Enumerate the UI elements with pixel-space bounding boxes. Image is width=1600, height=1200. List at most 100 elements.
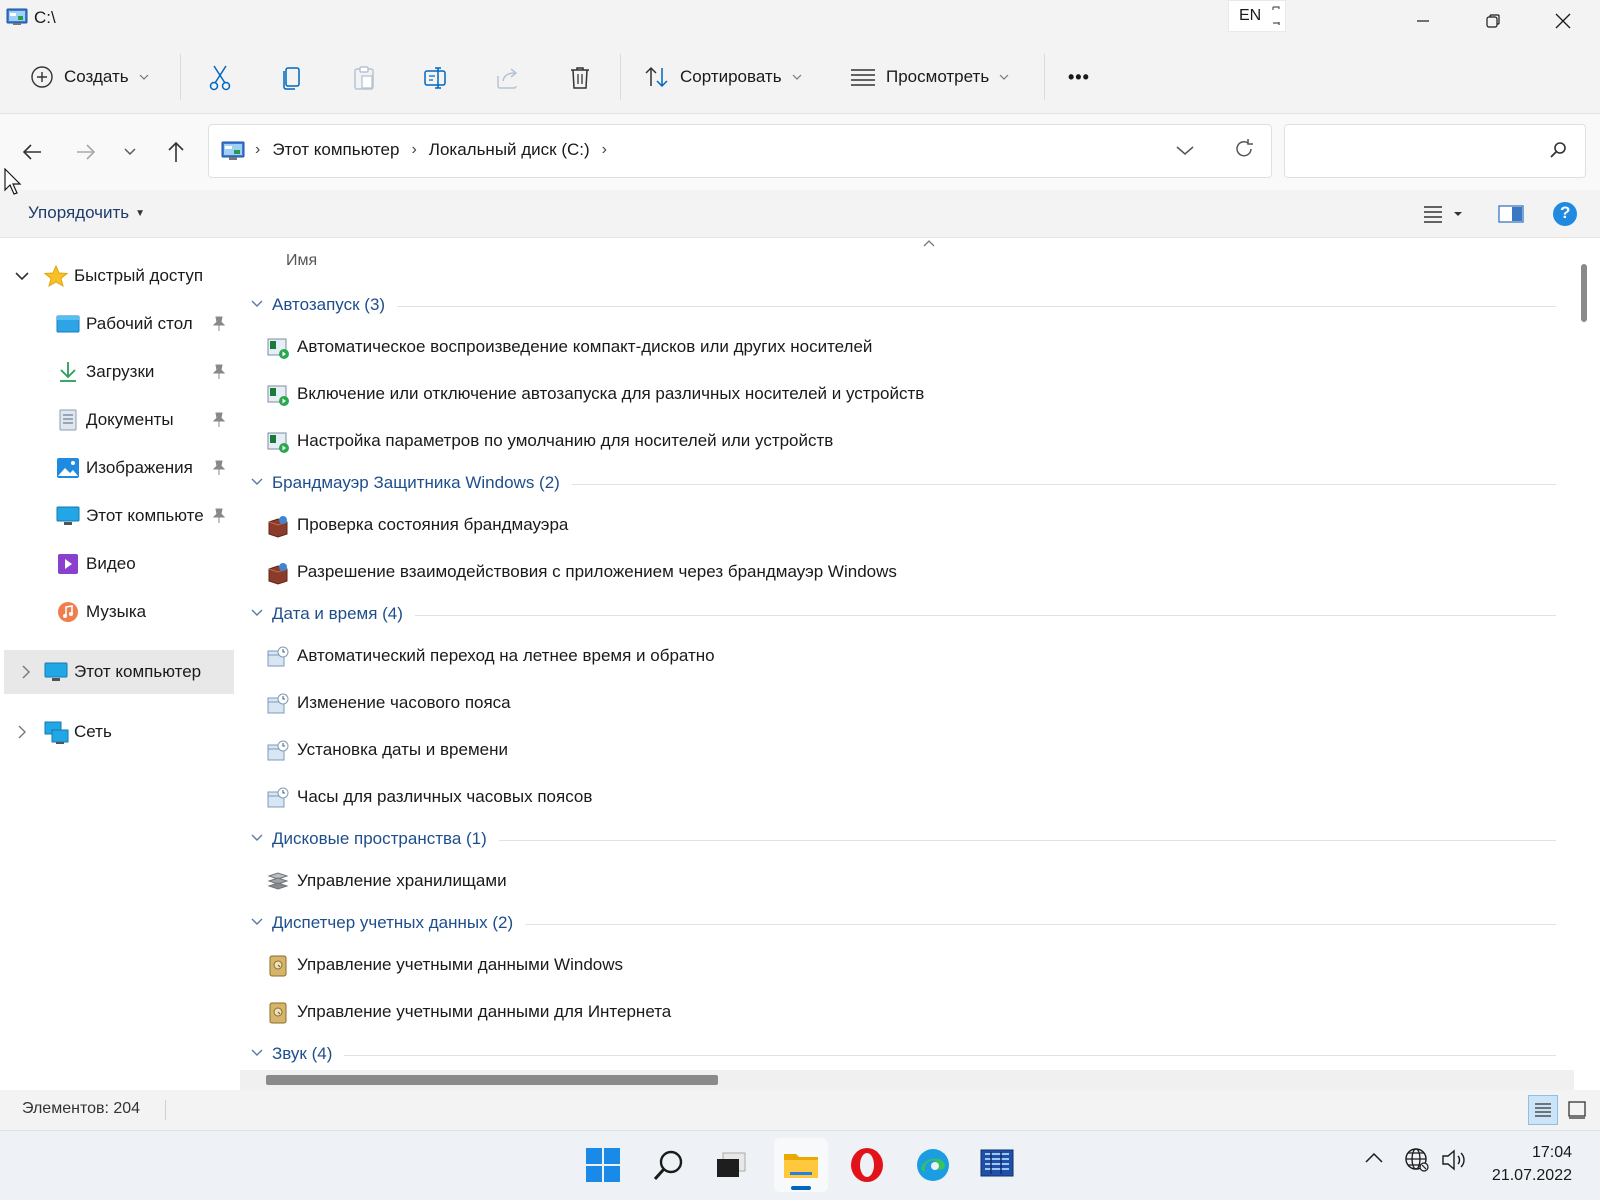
search-input[interactable] <box>1295 137 1535 165</box>
control-panel-taskbar-button[interactable] <box>970 1138 1024 1192</box>
sidebar-item-pictures[interactable]: Изображения <box>0 446 238 490</box>
group-header-date-time[interactable]: Дата и время (4) <box>240 600 1574 630</box>
chevron-down-icon[interactable] <box>250 608 264 618</box>
separator <box>180 54 181 100</box>
column-header-name[interactable]: Имя <box>286 252 317 270</box>
chevron-right-icon[interactable] <box>14 724 30 740</box>
list-item[interactable]: Автоматический переход на летнее время и… <box>240 637 1574 677</box>
pin-icon[interactable] <box>212 316 226 332</box>
list-item[interactable]: Изменение часового пояса <box>240 684 1574 724</box>
list-item-label: Разрешение взаимодействовия с приложение… <box>297 562 897 581</box>
copy-button[interactable] <box>274 60 310 96</box>
show-hidden-icons-button[interactable] <box>1364 1151 1384 1165</box>
list-item[interactable]: Автоматическое воспроизведение компакт-д… <box>240 328 1574 368</box>
back-button[interactable] <box>14 134 50 170</box>
preview-pane-button[interactable] <box>1498 198 1524 230</box>
list-item[interactable]: Установка даты и времени <box>240 731 1574 771</box>
sidebar-item-videos[interactable]: Видео <box>0 542 238 586</box>
sort-ascending-icon <box>922 238 936 248</box>
list-item[interactable]: Проверка состояния брандмауэра <box>240 506 1574 546</box>
search-box[interactable] <box>1284 124 1586 178</box>
separator <box>165 1100 166 1120</box>
opera-taskbar-button[interactable] <box>840 1138 894 1192</box>
breadcrumb-local-disk[interactable]: Локальный диск (C:) <box>429 140 590 160</box>
delete-button[interactable] <box>562 60 598 96</box>
list-item[interactable]: Часы для различных часовых поясов <box>240 778 1574 818</box>
sidebar-item-this-pc[interactable]: Этот компьютер <box>4 650 234 694</box>
start-button[interactable] <box>576 1138 630 1192</box>
share-button[interactable] <box>490 60 526 96</box>
more-options-button[interactable]: ••• <box>1068 57 1090 97</box>
sidebar-item-this-pc-pinned[interactable]: Этот компьюте <box>0 494 238 538</box>
breadcrumb-separator[interactable]: › <box>411 141 416 159</box>
breadcrumb-separator[interactable]: › <box>255 141 260 159</box>
search-icon[interactable] <box>1549 141 1567 159</box>
address-bar[interactable]: › Этот компьютер › Локальный диск (C:) › <box>208 124 1272 178</box>
chevron-down-icon[interactable] <box>250 917 264 927</box>
pin-icon[interactable] <box>212 508 226 524</box>
task-view-button[interactable] <box>704 1138 758 1192</box>
pin-icon[interactable] <box>212 364 226 380</box>
refresh-button[interactable] <box>1233 138 1255 160</box>
scrollbar-thumb[interactable] <box>266 1075 718 1085</box>
group-header-sound[interactable]: Звук (4) <box>240 1040 1574 1070</box>
sidebar-item-network[interactable]: Сеть <box>0 710 238 754</box>
sidebar-item-music[interactable]: Музыка <box>0 590 238 634</box>
list-item[interactable]: Включение или отключение автозапуска для… <box>240 375 1574 415</box>
cut-button[interactable] <box>202 60 238 96</box>
sidebar-item-documents[interactable]: Документы <box>0 398 238 442</box>
vertical-scrollbar[interactable] <box>1574 238 1594 1070</box>
breadcrumb-this-pc[interactable]: Этот компьютер <box>272 140 399 160</box>
organize-button[interactable]: Упорядочить ▼ <box>28 203 145 223</box>
clock-time: 17:04 <box>1531 1144 1572 1161</box>
chevron-down-icon[interactable] <box>250 299 264 309</box>
breadcrumb-separator[interactable]: › <box>602 141 607 159</box>
large-icons-view-toggle[interactable] <box>1562 1095 1592 1125</box>
list-item[interactable]: Управление хранилищами <box>240 862 1574 902</box>
pin-icon[interactable] <box>212 412 226 428</box>
details-view-toggle[interactable] <box>1528 1095 1558 1125</box>
address-history-button[interactable] <box>1175 139 1195 161</box>
clock[interactable]: 17:04 21.07.2022 <box>1492 1141 1572 1187</box>
chevron-down-icon[interactable] <box>250 1048 264 1058</box>
chevron-down-icon[interactable] <box>250 477 264 487</box>
restore-button[interactable] <box>1470 4 1516 38</box>
list-item[interactable]: Управление учетными данными для Интернет… <box>240 993 1574 1033</box>
chevron-right-icon[interactable] <box>18 664 34 680</box>
close-button[interactable] <box>1540 4 1586 38</box>
edge-taskbar-button[interactable] <box>906 1138 960 1192</box>
sidebar-item-downloads[interactable]: Загрузки <box>0 350 238 394</box>
paste-button[interactable] <box>346 60 382 96</box>
chevron-down-icon[interactable] <box>250 833 264 843</box>
list-item[interactable]: Управление учетными данными Windows <box>240 946 1574 986</box>
horizontal-scrollbar[interactable] <box>240 1070 1574 1090</box>
list-item[interactable]: Разрешение взаимодействовия с приложение… <box>240 553 1574 593</box>
group-header-autoplay[interactable]: Автозапуск (3) <box>240 291 1574 321</box>
clock-calendar-icon <box>266 692 290 716</box>
sort-button[interactable]: Сортировать <box>644 57 802 97</box>
up-button[interactable] <box>158 134 194 170</box>
file-explorer-taskbar-button[interactable] <box>774 1138 828 1192</box>
help-button[interactable]: ? <box>1552 198 1578 230</box>
network-status-button[interactable] <box>1404 1147 1430 1173</box>
forward-button[interactable] <box>68 134 104 170</box>
pin-icon[interactable] <box>212 460 226 476</box>
group-header-storage-spaces[interactable]: Дисковые пространства (1) <box>240 825 1574 855</box>
scrollbar-thumb[interactable] <box>1581 264 1587 322</box>
minimize-button[interactable] <box>1400 4 1446 38</box>
volume-button[interactable] <box>1440 1147 1468 1173</box>
sidebar-item-quick-access[interactable]: Быстрый доступ <box>0 254 238 298</box>
change-view-button[interactable] <box>1422 198 1466 230</box>
sidebar-item-desktop[interactable]: Рабочий стол <box>0 302 238 346</box>
list-item[interactable]: Настройка параметров по умолчанию для но… <box>240 422 1574 462</box>
group-header-credential-manager[interactable]: Диспетчер учетных данных (2) <box>240 909 1574 939</box>
chevron-down-icon[interactable] <box>14 268 30 284</box>
rename-button[interactable] <box>418 60 454 96</box>
language-indicator[interactable]: EN <box>1228 0 1286 32</box>
taskbar-search-button[interactable] <box>642 1138 696 1192</box>
monitor-icon <box>56 505 80 527</box>
group-header-firewall[interactable]: Брандмауэр Защитника Windows (2) <box>240 469 1574 499</box>
view-button[interactable]: Просмотреть <box>850 57 1009 97</box>
new-button[interactable]: Создать <box>30 57 149 97</box>
recent-locations-button[interactable] <box>112 134 148 170</box>
